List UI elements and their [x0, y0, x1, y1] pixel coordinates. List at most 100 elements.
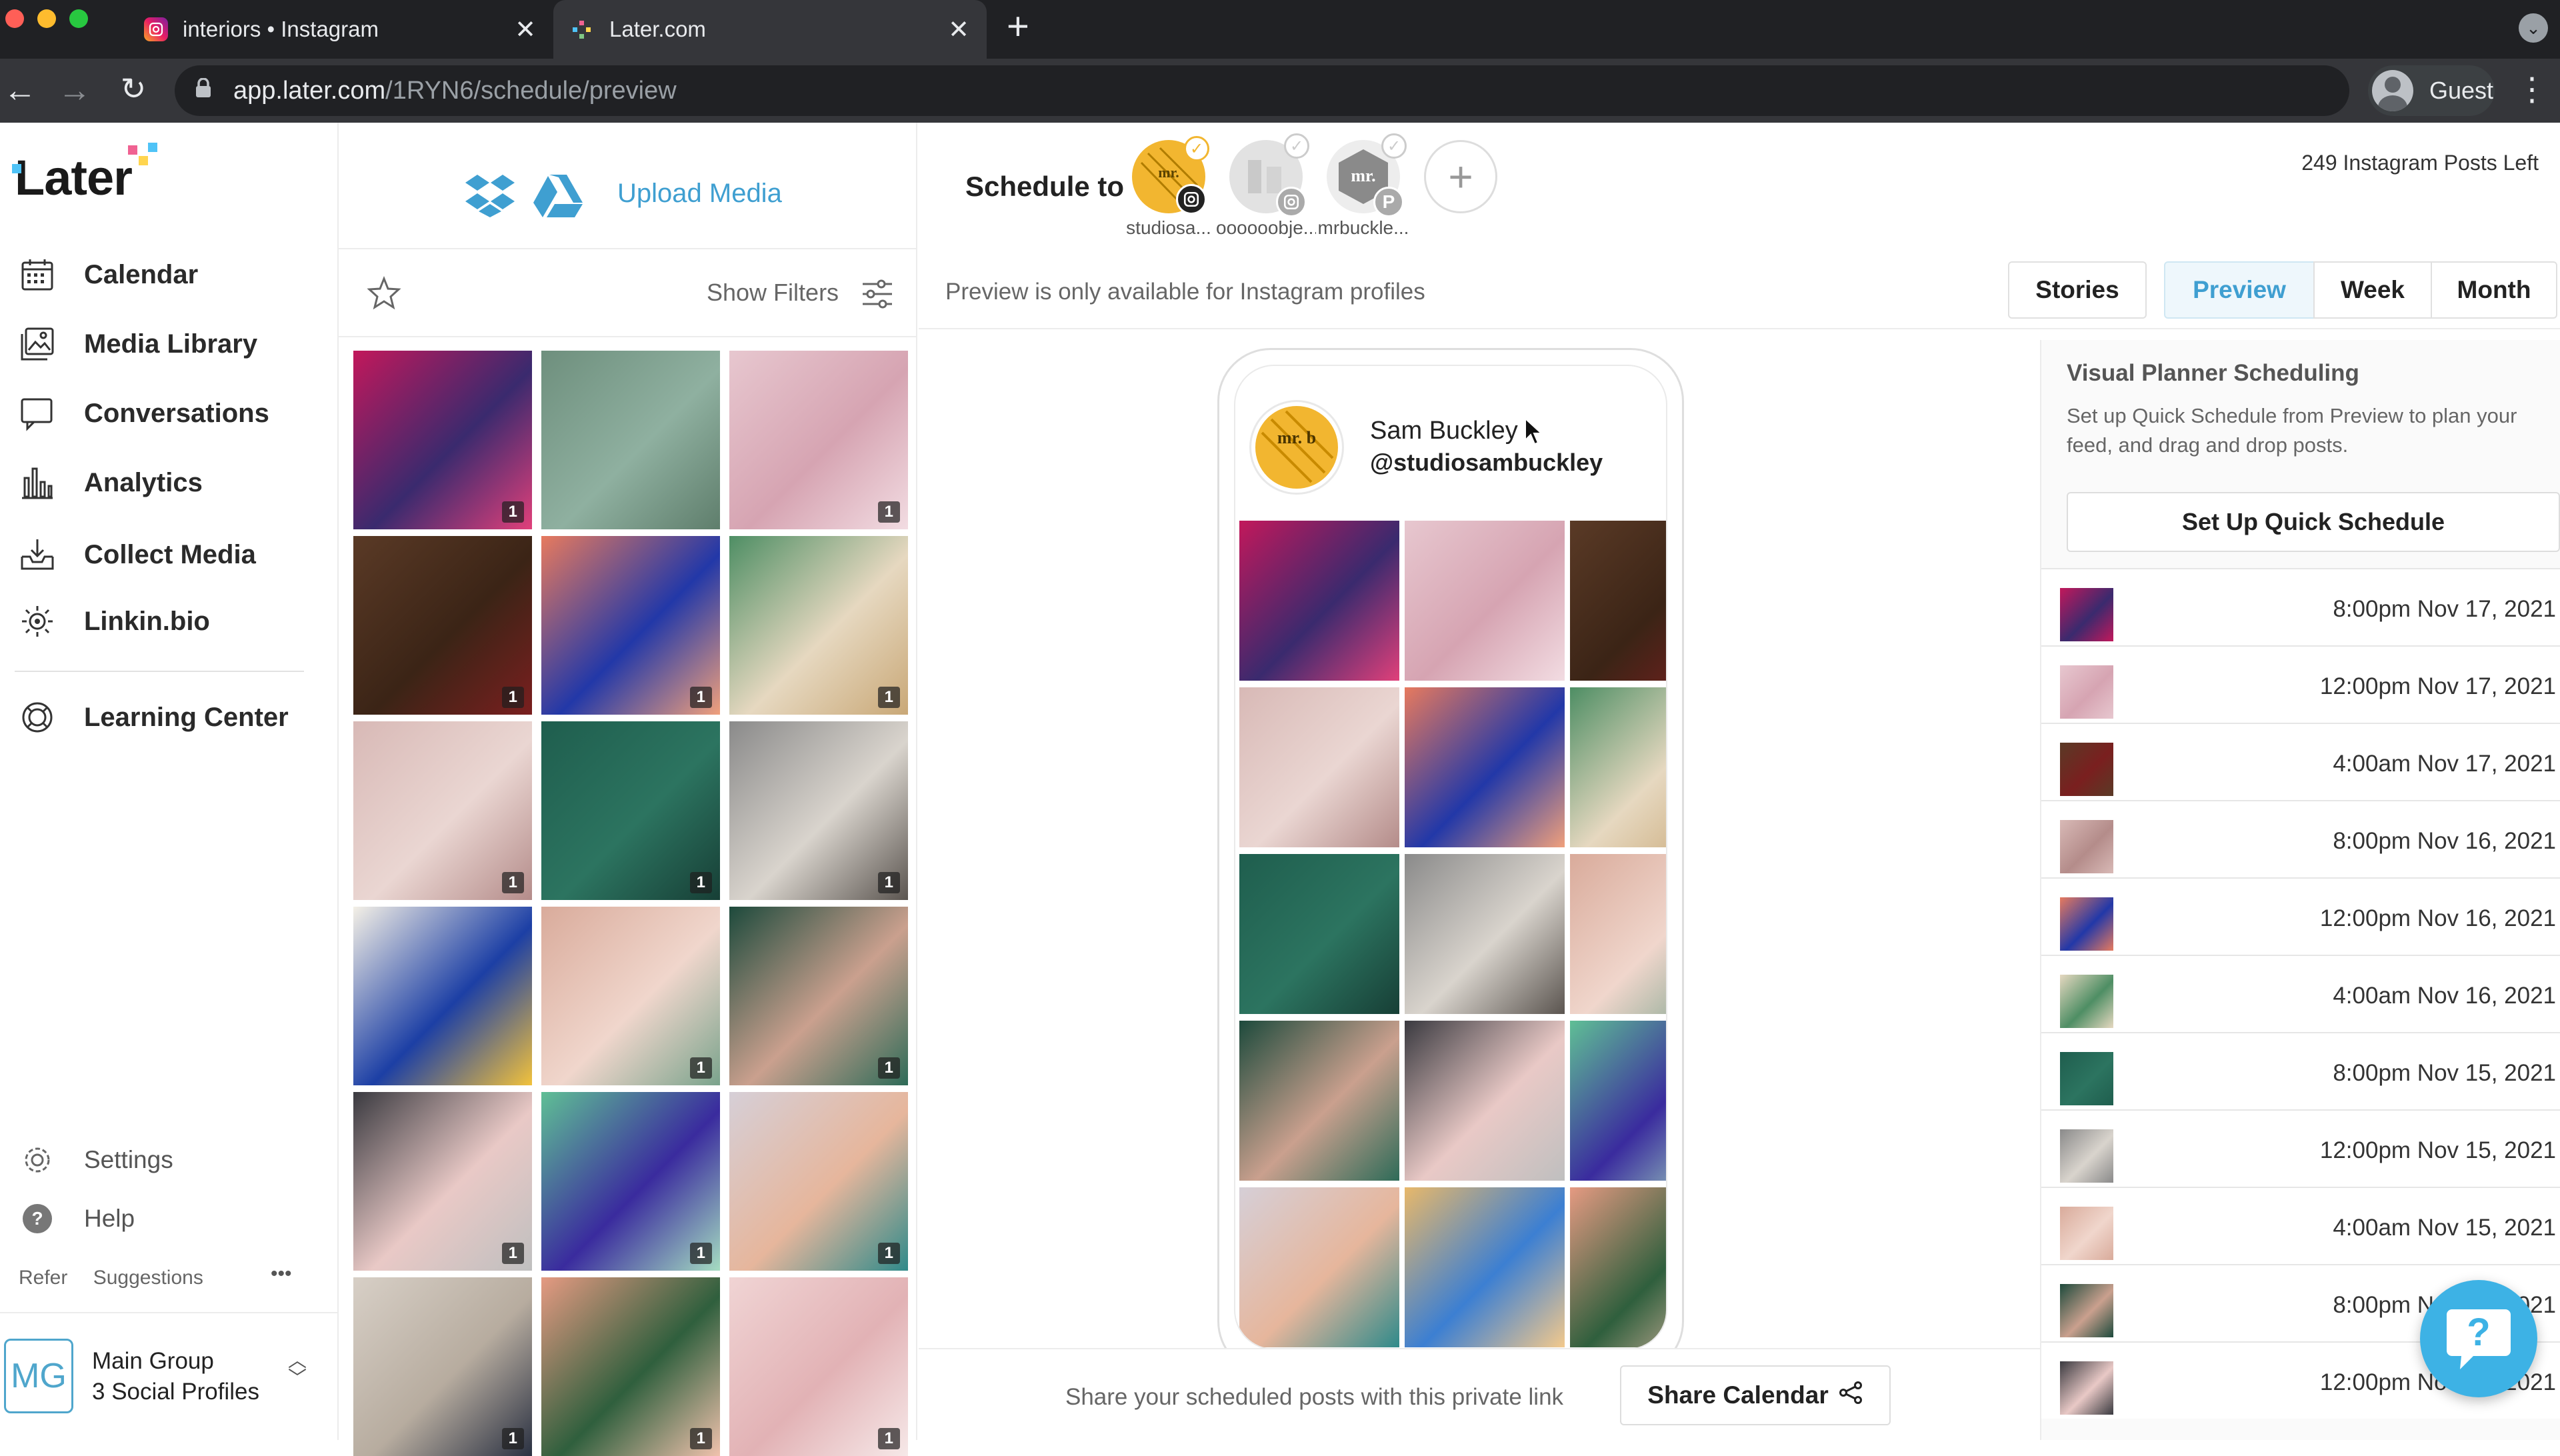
- scheduled-time: 4:00am Nov 17, 2021: [2333, 751, 2556, 777]
- tab-search-icon[interactable]: ⌄: [2519, 13, 2548, 43]
- sidebar-item-collect-media[interactable]: Collect Media: [19, 536, 256, 573]
- sidebar-item-linkin-bio[interactable]: Linkin.bio: [19, 603, 210, 640]
- media-thumbnail[interactable]: 1: [729, 1277, 908, 1456]
- media-thumbnail[interactable]: 1: [729, 351, 908, 529]
- media-thumbnail[interactable]: 1: [541, 1277, 720, 1456]
- sidebar-item-calendar[interactable]: Calendar: [19, 256, 198, 293]
- media-thumbnail[interactable]: 1: [729, 721, 908, 900]
- upload-media-button[interactable]: Upload Media: [617, 179, 782, 209]
- google-drive-icon[interactable]: [533, 175, 583, 221]
- media-thumbnail[interactable]: 1: [541, 536, 720, 715]
- media-thumbnail[interactable]: 1: [353, 721, 532, 900]
- later-logo[interactable]: Later: [12, 143, 157, 206]
- schedule-to-bar: Schedule to mr. ✓ studiosa... ✓ oooooobj…: [919, 123, 2560, 249]
- profile-avatar: mr. b: [1251, 402, 1342, 493]
- media-thumbnail[interactable]: 1: [353, 1277, 532, 1456]
- set-up-quick-schedule-button[interactable]: Set Up Quick Schedule: [2067, 492, 2560, 552]
- more-icon[interactable]: •••: [271, 1263, 292, 1285]
- feed-post-thumbnail[interactable]: [1570, 854, 1666, 1014]
- media-thumbnail[interactable]: 1: [353, 536, 532, 715]
- media-thumbnail[interactable]: 1: [541, 907, 720, 1085]
- refer-link[interactable]: Refer: [19, 1267, 67, 1289]
- media-thumbnail[interactable]: 1: [729, 1092, 908, 1271]
- media-thumbnail[interactable]: 1: [353, 1092, 532, 1271]
- forward-icon[interactable]: →: [55, 71, 95, 109]
- close-window-button[interactable]: [5, 9, 24, 28]
- share-calendar-button[interactable]: Share Calendar: [1620, 1365, 1891, 1425]
- tab-instagram[interactable]: interiors • Instagram ✕: [127, 0, 553, 59]
- sidebar-item-conversations[interactable]: Conversations: [19, 395, 269, 432]
- feed-post-thumbnail[interactable]: [1570, 687, 1666, 847]
- media-thumbnail[interactable]: [353, 907, 532, 1085]
- preview-button[interactable]: Preview: [2164, 261, 2315, 319]
- minimize-window-button[interactable]: [37, 9, 56, 28]
- media-thumbnail[interactable]: 1: [729, 907, 908, 1085]
- media-panel: Upload Media Show Filters 1 1 1 1 1 1 1 1 1 1 1 1 1 1…: [339, 123, 917, 1456]
- tab-later[interactable]: Later.com ✕: [553, 0, 987, 59]
- scheduled-post-row[interactable]: 12:00pm Nov 15, 2021: [2041, 1109, 2560, 1187]
- feed-post-thumbnail[interactable]: [1239, 1187, 1399, 1347]
- sidebar-item-help[interactable]: ? Help: [19, 1200, 135, 1237]
- feed-post-thumbnail[interactable]: [1405, 521, 1565, 681]
- star-icon[interactable]: [367, 275, 401, 314]
- feed-post-thumbnail[interactable]: [1405, 687, 1565, 847]
- media-thumbnail[interactable]: 1: [541, 1092, 720, 1271]
- scheduled-post-row[interactable]: 4:00am Nov 15, 2021: [2041, 1187, 2560, 1264]
- stories-button[interactable]: Stories: [2008, 261, 2147, 319]
- feed-post-thumbnail[interactable]: [1239, 521, 1399, 681]
- scheduled-post-row[interactable]: 8:00pm Nov 16, 2021: [2041, 800, 2560, 877]
- dropbox-icon[interactable]: [465, 173, 515, 221]
- schedule-to-label: Schedule to: [965, 171, 1125, 202]
- workspace-switcher[interactable]: MG Main Group 3 Social Profiles ︿ ﹀: [0, 1312, 339, 1440]
- profile-avatar-studiosa[interactable]: mr. ✓: [1132, 136, 1209, 215]
- calendar-icon: [19, 256, 56, 293]
- new-tab-button[interactable]: +: [1007, 4, 1029, 49]
- filter-sliders-icon[interactable]: [861, 279, 893, 313]
- posts-left-counter: 249 Instagram Posts Left: [2301, 151, 2539, 175]
- profile-button[interactable]: Guest: [2368, 65, 2495, 116]
- media-thumbnail[interactable]: 1: [353, 351, 532, 529]
- feed-post-thumbnail[interactable]: [1570, 521, 1666, 681]
- feed-post-thumbnail[interactable]: [1405, 1187, 1565, 1347]
- profile-avatar-mrbuckle[interactable]: mr. P ✓: [1327, 133, 1407, 217]
- month-button[interactable]: Month: [2431, 261, 2557, 319]
- sidebar-item-settings[interactable]: Settings: [19, 1141, 173, 1179]
- back-icon[interactable]: ←: [0, 71, 40, 109]
- sidebar-item-media-library[interactable]: Media Library: [19, 325, 257, 363]
- feed-post-thumbnail[interactable]: [1570, 1021, 1666, 1181]
- scheduled-time: 8:00pm Nov 16, 2021: [2333, 828, 2556, 854]
- reload-icon[interactable]: ↻: [113, 71, 153, 107]
- media-thumbnail[interactable]: [541, 351, 720, 529]
- feed-post-thumbnail[interactable]: [1570, 1187, 1666, 1347]
- browser-menu-icon[interactable]: ⋮: [2516, 71, 2548, 108]
- suggestions-link[interactable]: Suggestions: [93, 1267, 203, 1289]
- add-profile-button[interactable]: +: [1424, 140, 1497, 213]
- address-bar[interactable]: app.later.com/1RYN6/schedule/preview: [175, 65, 2349, 116]
- scheduled-post-row[interactable]: 8:00pm Nov 15, 2021: [2041, 1032, 2560, 1109]
- media-thumbnail[interactable]: 1: [541, 721, 720, 900]
- scheduled-post-row[interactable]: 12:00pm Nov 17, 2021: [2041, 645, 2560, 723]
- media-thumbnail[interactable]: 1: [729, 536, 908, 715]
- chevron-up-down-icon[interactable]: ︿ ﹀: [288, 1351, 307, 1387]
- feed-post-thumbnail[interactable]: [1405, 854, 1565, 1014]
- scheduled-time: 12:00pm Nov 17, 2021: [2319, 673, 2556, 699]
- feed-post-thumbnail[interactable]: [1239, 687, 1399, 847]
- profile-avatar-oooooobje[interactable]: ✓: [1229, 133, 1309, 217]
- sidebar-item-learning-center[interactable]: Learning Center: [19, 699, 289, 736]
- usage-count-badge: 1: [501, 687, 524, 708]
- maximize-window-button[interactable]: [69, 9, 88, 28]
- scheduled-post-row[interactable]: 4:00am Nov 16, 2021: [2041, 955, 2560, 1032]
- scheduled-post-row[interactable]: 8:00pm Nov 17, 2021: [2041, 568, 2560, 645]
- close-tab-icon[interactable]: ✕: [948, 15, 969, 45]
- feed-post-thumbnail[interactable]: [1405, 1021, 1565, 1181]
- scheduled-post-row[interactable]: 12:00pm Nov 16, 2021: [2041, 877, 2560, 955]
- scheduled-post-row[interactable]: 4:00am Nov 17, 2021: [2041, 723, 2560, 800]
- help-chat-button[interactable]: ?: [2420, 1280, 2537, 1397]
- phone-screen: mr. b Sam Buckley @studiosambuckley: [1234, 365, 1667, 1350]
- feed-post-thumbnail[interactable]: [1239, 854, 1399, 1014]
- close-tab-icon[interactable]: ✕: [515, 15, 536, 45]
- feed-post-thumbnail[interactable]: [1239, 1021, 1399, 1181]
- show-filters-button[interactable]: Show Filters: [707, 279, 839, 307]
- sidebar-item-analytics[interactable]: Analytics: [19, 464, 203, 501]
- week-button[interactable]: Week: [2313, 261, 2432, 319]
